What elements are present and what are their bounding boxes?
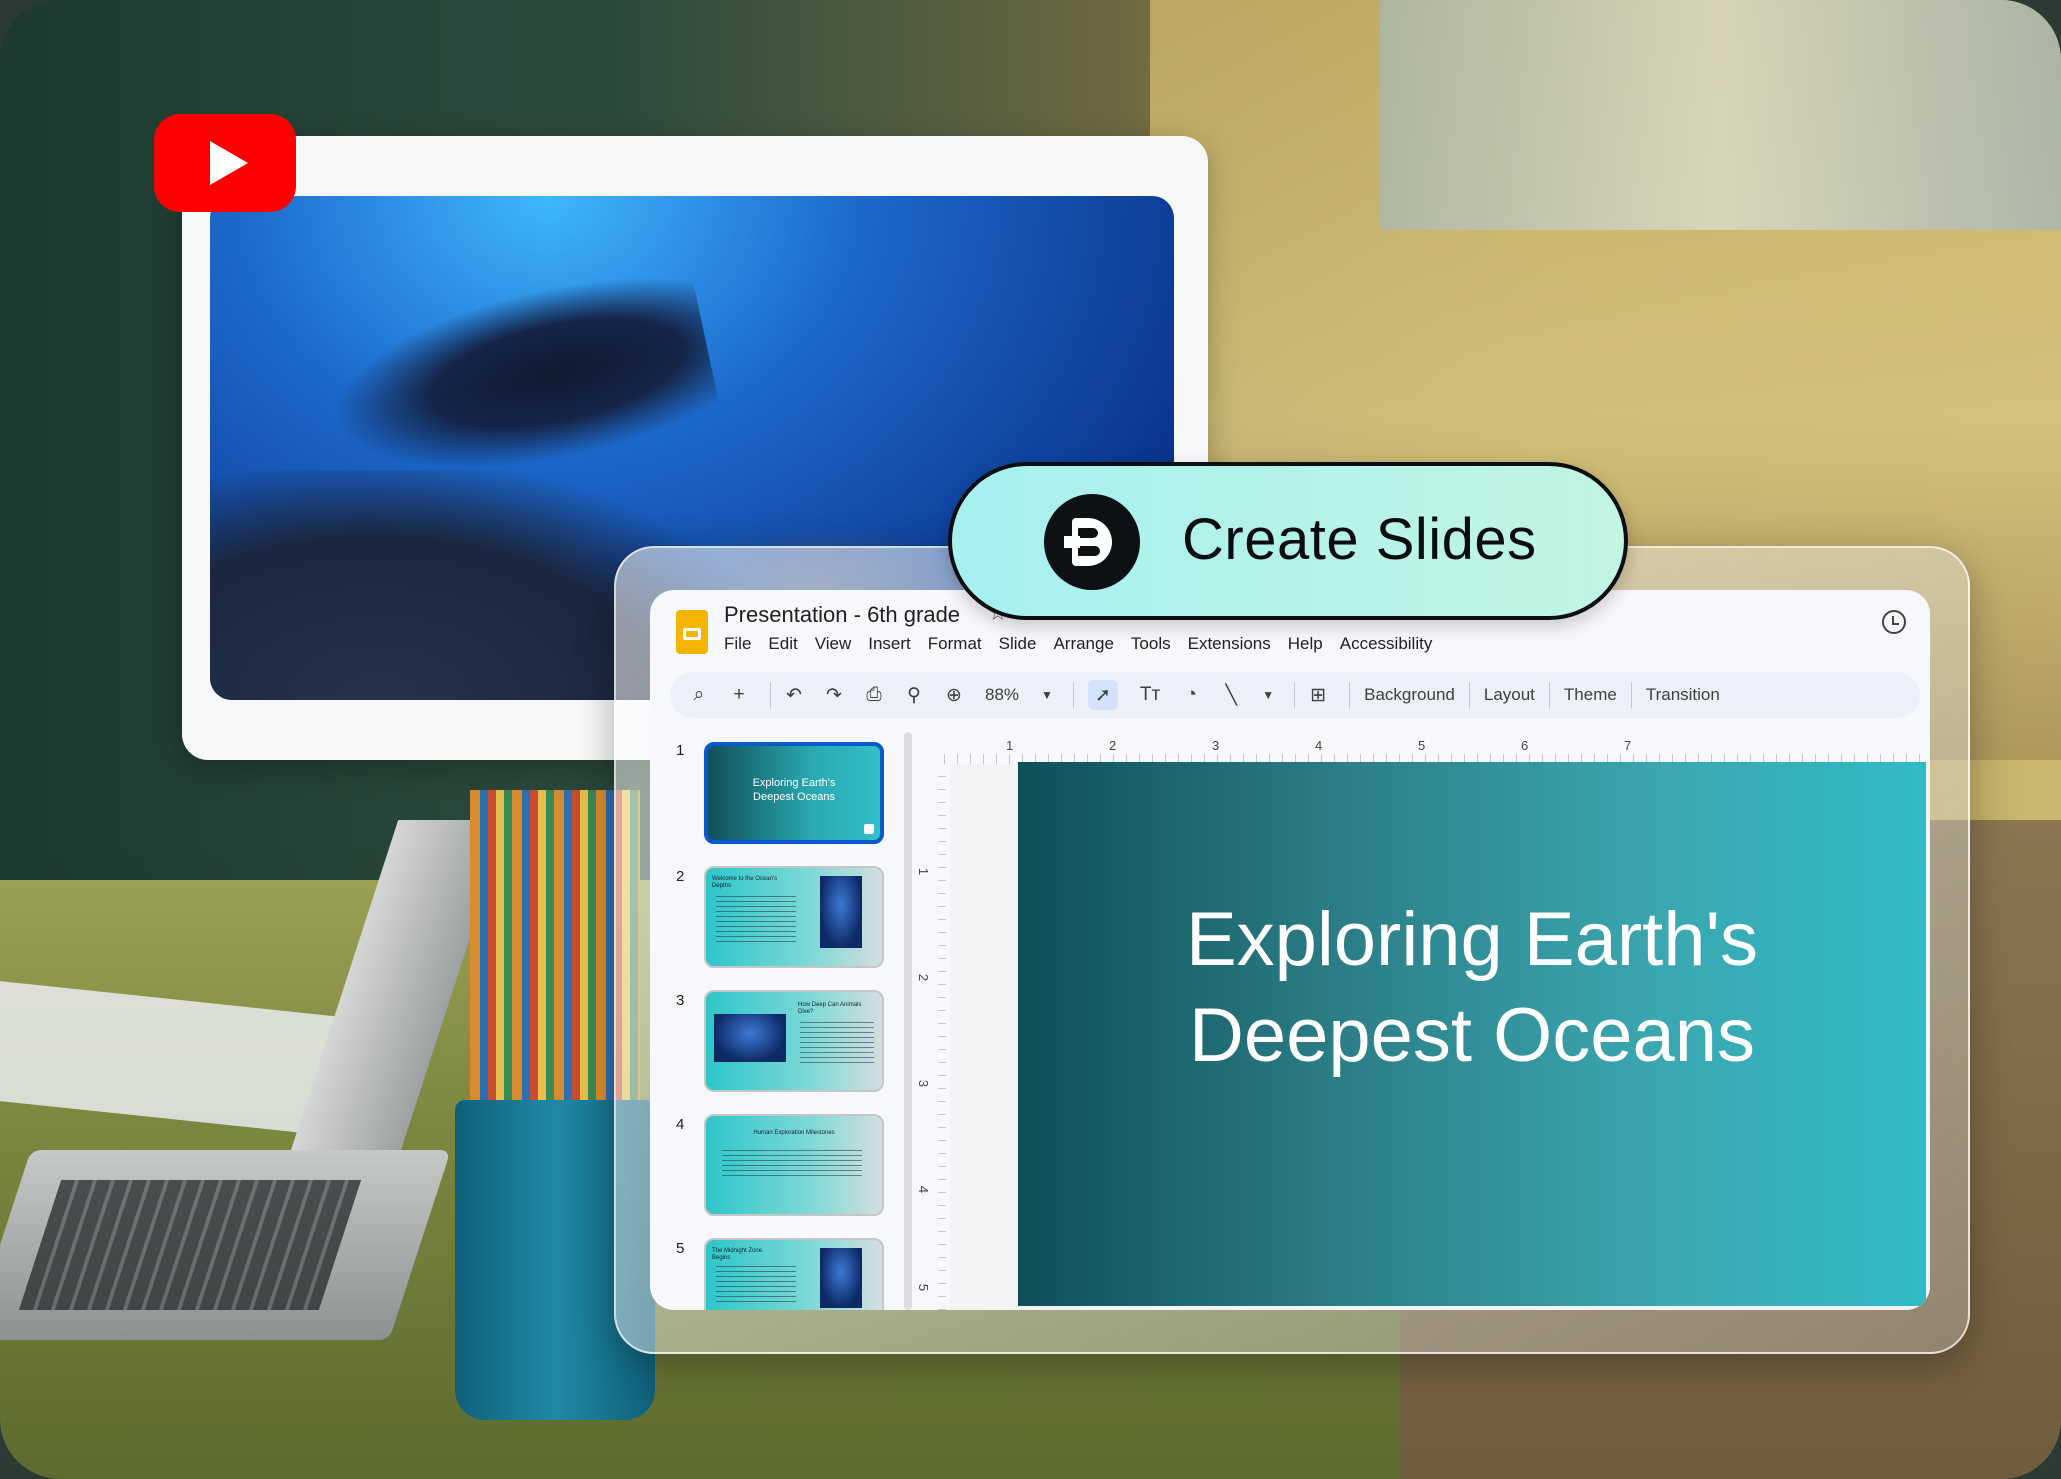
- menu-file[interactable]: File: [724, 634, 760, 654]
- comment-icon[interactable]: ⊞: [1309, 680, 1327, 710]
- ruler-label: 4: [916, 1185, 932, 1194]
- menu-extensions[interactable]: Extensions: [1188, 634, 1280, 654]
- background-button[interactable]: Background: [1364, 685, 1455, 705]
- thumbnail-text: [722, 1150, 862, 1178]
- toolbar-divider: [1630, 682, 1632, 708]
- line-icon[interactable]: ╲: [1222, 680, 1240, 710]
- slide-thumbnail-3[interactable]: How Deep Can Animals Dive?: [704, 990, 884, 1092]
- create-slides-label: Create Slides: [1182, 507, 1537, 572]
- theme-button[interactable]: Theme: [1564, 685, 1617, 705]
- toolbar-divider: [1349, 682, 1351, 708]
- menu-format[interactable]: Format: [928, 634, 991, 654]
- menu-arrange[interactable]: Arrange: [1053, 634, 1122, 654]
- print-icon[interactable]: ⎙: [865, 680, 883, 710]
- slides-app: Presentation - 6th grade ☆ File Edit Vie…: [650, 590, 1930, 1310]
- slide-number: 5: [676, 1240, 685, 1257]
- thumbnail-text: [716, 1266, 796, 1306]
- new-slide-icon[interactable]: +: [730, 680, 748, 710]
- transition-button[interactable]: Transition: [1646, 685, 1720, 705]
- paint-format-icon[interactable]: ⚲: [905, 680, 923, 710]
- ruler-label: 5: [1418, 738, 1426, 753]
- thumbnail-text: [800, 1022, 874, 1066]
- laptop-keyboard: [18, 1180, 362, 1310]
- zoom-level[interactable]: 88%: [985, 685, 1019, 705]
- ruler-label: 4: [1315, 738, 1323, 753]
- slide-thumbnail-2[interactable]: Welcome to the Ocean's Depths: [704, 866, 884, 968]
- thumbnail-image: [820, 876, 862, 948]
- chevron-down-icon[interactable]: ▼: [1041, 688, 1053, 702]
- slide-number: 3: [676, 992, 685, 1009]
- slides-logo-icon: [676, 610, 708, 654]
- vertical-ruler: [938, 764, 946, 1310]
- thumbnail-image: [820, 1248, 862, 1308]
- toolbar-divider: [1072, 682, 1074, 708]
- filmstrip-scrollbar[interactable]: [904, 732, 912, 1310]
- menu-help[interactable]: Help: [1288, 634, 1332, 654]
- zoom-icon[interactable]: ⊕: [945, 680, 963, 710]
- text-box-icon[interactable]: Tт: [1140, 680, 1160, 710]
- slide-number: 4: [676, 1116, 685, 1133]
- undo-icon[interactable]: ↶: [785, 680, 803, 710]
- ruler-label: 1: [1006, 738, 1014, 753]
- toolbar-divider: [770, 682, 771, 708]
- thumbnail-title: Welcome to the Ocean's Depths: [712, 876, 778, 889]
- menu-slide[interactable]: Slide: [999, 634, 1046, 654]
- brisk-logo-icon: [1044, 494, 1140, 590]
- slide-thumbnail-5[interactable]: The Midnight Zone Begins: [704, 1238, 884, 1310]
- slide-number: 2: [676, 868, 685, 885]
- document-title[interactable]: Presentation - 6th grade: [724, 602, 960, 628]
- slide-title-line: Deepest Oceans: [1188, 993, 1756, 1078]
- chevron-down-icon[interactable]: ▼: [1262, 688, 1274, 702]
- ruler-label: 3: [916, 1079, 932, 1088]
- menu-view[interactable]: View: [815, 634, 861, 654]
- slide-title-line: Exploring Earth's: [1185, 897, 1759, 982]
- ruler-label: 5: [916, 1283, 932, 1292]
- slide-thumbnail-1[interactable]: Exploring Earth's Deepest Oceans: [704, 742, 884, 844]
- search-icon[interactable]: ⌕: [690, 680, 708, 710]
- ruler-label: 2: [1109, 738, 1117, 753]
- menu-tools[interactable]: Tools: [1131, 634, 1180, 654]
- ruler-label: 3: [1212, 738, 1220, 753]
- menu-edit[interactable]: Edit: [768, 634, 806, 654]
- toolbar-divider: [1294, 682, 1296, 708]
- slide-number: 1: [676, 742, 685, 759]
- slide-filmstrip: 1 Exploring Earth's Deepest Oceans 2 Wel…: [650, 730, 900, 1310]
- toolbar-divider: [1468, 682, 1470, 708]
- toolbar-divider: [1548, 682, 1550, 708]
- speaker-notes-icon: [864, 824, 874, 834]
- toolbar: ⌕ + ↶ ↷ ⎙ ⚲ ⊕ 88% ▼ ➚ Tт ◔ ╲ ▼ ⊞ Backgro…: [670, 672, 1920, 718]
- thumbnail-title: The Midnight Zone Begins: [712, 1248, 763, 1261]
- layout-button[interactable]: Layout: [1484, 685, 1535, 705]
- ruler-label: 6: [1521, 738, 1529, 753]
- menu-insert[interactable]: Insert: [868, 634, 920, 654]
- slide-title[interactable]: Exploring Earth's Deepest Oceans: [1018, 892, 1926, 1084]
- slide-thumbnail-4[interactable]: Human Exploration Milestones: [704, 1114, 884, 1216]
- thumbnail-image: [714, 1014, 786, 1062]
- thumbnail-title: Human Exploration Milestones: [753, 1130, 835, 1136]
- ruler-label: 2: [916, 973, 932, 982]
- scuba-diver: [316, 258, 724, 504]
- ruler-label: 1: [916, 867, 932, 876]
- thumbnail-title: Exploring Earth's Deepest Oceans: [752, 777, 836, 803]
- current-slide[interactable]: Exploring Earth's Deepest Oceans: [1018, 762, 1926, 1306]
- menu-bar: File Edit View Insert Format Slide Arran…: [724, 634, 1449, 654]
- thumbnail-title: How Deep Can Animals Dive?: [798, 1002, 862, 1015]
- pinboard: [1380, 0, 2061, 230]
- shape-icon[interactable]: ◔: [1182, 680, 1200, 710]
- youtube-icon: [154, 114, 296, 212]
- create-slides-button[interactable]: Create Slides: [948, 462, 1628, 620]
- ruler-label: 7: [1624, 738, 1632, 753]
- select-cursor-icon[interactable]: ➚: [1087, 680, 1118, 710]
- menu-accessibility[interactable]: Accessibility: [1340, 634, 1442, 654]
- version-history-icon[interactable]: [1882, 610, 1906, 634]
- redo-icon[interactable]: ↷: [825, 680, 843, 710]
- thumbnail-text: [716, 896, 796, 946]
